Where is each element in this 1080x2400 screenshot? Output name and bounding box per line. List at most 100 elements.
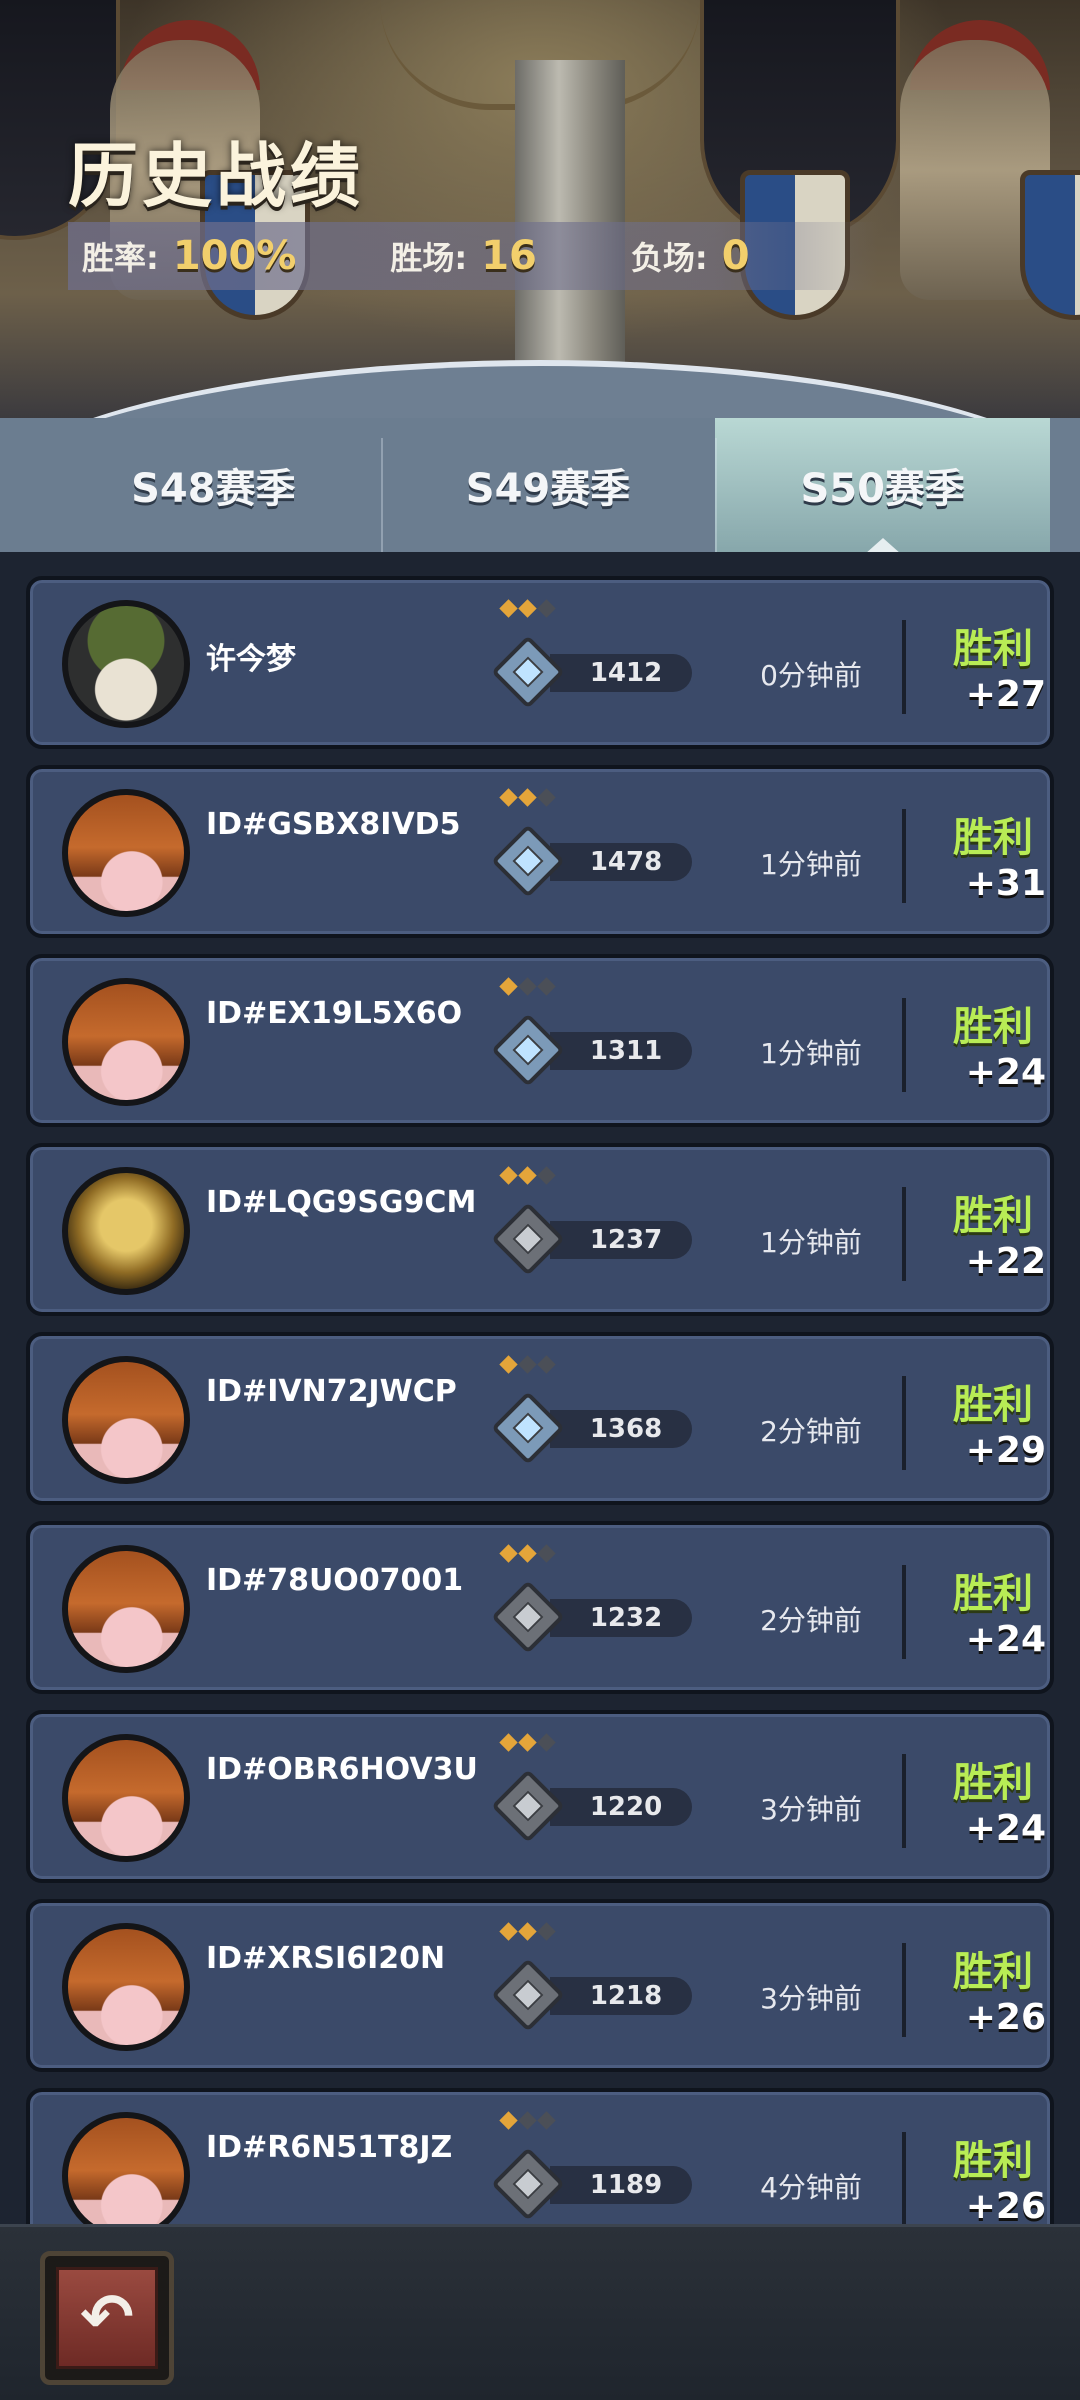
rank-badge-icon bbox=[491, 1958, 565, 2032]
row-divider bbox=[902, 1943, 906, 2037]
match-time: 3分钟前 bbox=[760, 1793, 862, 1826]
score-delta: +24 bbox=[965, 1808, 1046, 1849]
rank-star-pip bbox=[537, 1733, 556, 1752]
match-time: 0分钟前 bbox=[760, 659, 862, 692]
pumpkin-avatar bbox=[68, 1362, 184, 1478]
win-rate-value: 100% bbox=[172, 233, 297, 279]
header-banner: 历史战绩 胜率: 100% 胜场: 16 负场: 0 bbox=[0, 0, 1080, 420]
tab-s48[interactable]: S48赛季 bbox=[46, 418, 381, 552]
match-result: 胜利 bbox=[953, 1004, 1033, 1050]
match-time: 4分钟前 bbox=[760, 2171, 862, 2204]
raccoon-avatar bbox=[68, 606, 184, 722]
pumpkin-avatar bbox=[68, 1551, 184, 1667]
player-avatar[interactable] bbox=[62, 600, 190, 728]
score-delta: +29 bbox=[965, 1430, 1046, 1471]
rank-stars bbox=[499, 1733, 556, 1752]
player-avatar[interactable] bbox=[62, 978, 190, 1106]
tab-s49[interactable]: S49赛季 bbox=[380, 418, 716, 552]
win-rate-label: 胜率: bbox=[82, 239, 159, 277]
row-divider bbox=[902, 1754, 906, 1848]
back-arrow-icon: ↶ bbox=[56, 2267, 158, 2369]
rank-badge-icon bbox=[491, 1013, 565, 1087]
match-row[interactable]: 许今梦 1412 0分钟前 胜利 +27 bbox=[26, 576, 1054, 749]
match-row[interactable]: ID#LQG9SG9CM 1237 1分钟前 胜利 +22 bbox=[26, 1143, 1054, 1316]
rank-stars bbox=[499, 788, 556, 807]
match-row[interactable]: ID#R6N51T8JZ 1189 4分钟前 胜利 +26 bbox=[26, 2088, 1054, 2224]
rank-score: 1189 bbox=[550, 2166, 692, 2204]
score-delta: +24 bbox=[965, 1052, 1046, 1093]
player-avatar[interactable] bbox=[62, 1545, 190, 1673]
row-divider bbox=[902, 1376, 906, 1470]
rank-badge-icon bbox=[491, 1769, 565, 1843]
player-name: ID#EX19L5X6O bbox=[206, 996, 463, 1031]
stats-bar: 胜率: 100% 胜场: 16 负场: 0 bbox=[68, 222, 878, 290]
match-row[interactable]: ID#GSBX8IVD5 1478 1分钟前 胜利 +31 bbox=[26, 765, 1054, 938]
match-row[interactable]: ID#IVN72JWCP 1368 2分钟前 胜利 +29 bbox=[26, 1332, 1054, 1505]
rank-star-pip bbox=[499, 1733, 518, 1752]
row-divider bbox=[902, 809, 906, 903]
losses-label: 负场: bbox=[630, 239, 708, 277]
rank-star-pip bbox=[518, 1922, 537, 1941]
player-avatar[interactable] bbox=[62, 1923, 190, 2051]
rank-score: 1232 bbox=[550, 1599, 692, 1637]
match-row[interactable]: ID#78UO07001 1232 2分钟前 胜利 +24 bbox=[26, 1521, 1054, 1694]
back-button[interactable]: ↶ bbox=[40, 2251, 174, 2385]
player-avatar[interactable] bbox=[62, 789, 190, 917]
player-avatar[interactable] bbox=[62, 1167, 190, 1295]
match-result: 胜利 bbox=[953, 1949, 1033, 1995]
rank-stars bbox=[499, 2111, 556, 2130]
rank-star-pip bbox=[499, 788, 518, 807]
rank-score: 1218 bbox=[550, 1977, 692, 2015]
rank-star-pip bbox=[499, 1544, 518, 1563]
rank-score: 1478 bbox=[550, 843, 692, 881]
rank-star-pip bbox=[518, 1544, 537, 1563]
rank-star-pip bbox=[518, 1355, 537, 1374]
match-time: 3分钟前 bbox=[760, 1982, 862, 2015]
rank-stars bbox=[499, 1922, 556, 1941]
match-row[interactable]: ID#EX19L5X6O 1311 1分钟前 胜利 +24 bbox=[26, 954, 1054, 1127]
player-avatar[interactable] bbox=[62, 1734, 190, 1862]
rank-stars bbox=[499, 1355, 556, 1374]
match-result: 胜利 bbox=[953, 1193, 1033, 1239]
row-divider bbox=[902, 998, 906, 1092]
score-delta: +27 bbox=[965, 674, 1046, 715]
match-result: 胜利 bbox=[953, 1760, 1033, 1806]
rank-star-pip bbox=[537, 977, 556, 996]
player-avatar[interactable] bbox=[62, 2112, 190, 2224]
rank-star-pip bbox=[518, 599, 537, 618]
rank-star-pip bbox=[537, 788, 556, 807]
match-result: 胜利 bbox=[953, 1382, 1033, 1428]
season-tabs: S48赛季 S49赛季 S50赛季 bbox=[0, 418, 1080, 554]
pumpkin-avatar bbox=[68, 1929, 184, 2045]
rank-star-pip bbox=[499, 977, 518, 996]
player-avatar[interactable] bbox=[62, 1356, 190, 1484]
match-result: 胜利 bbox=[953, 1571, 1033, 1617]
score-delta: +22 bbox=[965, 1241, 1046, 1282]
rank-star-pip bbox=[537, 2111, 556, 2130]
rank-star-pip bbox=[518, 1733, 537, 1752]
rank-stars bbox=[499, 1166, 556, 1185]
match-row[interactable]: ID#XRSI6I20N 1218 3分钟前 胜利 +26 bbox=[26, 1899, 1054, 2072]
rank-star-pip bbox=[518, 1166, 537, 1185]
rank-star-pip bbox=[537, 599, 556, 618]
match-row[interactable]: ID#OBR6HOV3U 1220 3分钟前 胜利 +24 bbox=[26, 1710, 1054, 1883]
rank-badge-icon bbox=[491, 1202, 565, 1276]
rank-score: 1368 bbox=[550, 1410, 692, 1448]
rank-badge-icon bbox=[491, 635, 565, 709]
tab-s50[interactable]: S50赛季 bbox=[715, 418, 1051, 554]
pumpkin-avatar bbox=[68, 795, 184, 911]
rank-star-pip bbox=[499, 1166, 518, 1185]
match-history-list[interactable]: 许今梦 1412 0分钟前 胜利 +27 ID#GSBX8IVD5 1478 1分钟前 胜利 +3… bbox=[0, 552, 1080, 2224]
losses-value: 0 bbox=[721, 233, 750, 279]
match-time: 1分钟前 bbox=[760, 1226, 862, 1259]
header-arc-divider bbox=[0, 360, 1080, 420]
rank-score: 1412 bbox=[550, 654, 692, 692]
match-time: 1分钟前 bbox=[760, 848, 862, 881]
rank-star-pip bbox=[518, 2111, 537, 2130]
rank-star-pip bbox=[537, 1544, 556, 1563]
player-name: ID#IVN72JWCP bbox=[206, 1374, 457, 1409]
page-title: 历史战绩 bbox=[68, 135, 364, 217]
wins-label: 胜场: bbox=[390, 239, 468, 277]
gold-avatar bbox=[68, 1173, 184, 1289]
player-name: ID#LQG9SG9CM bbox=[206, 1185, 477, 1220]
